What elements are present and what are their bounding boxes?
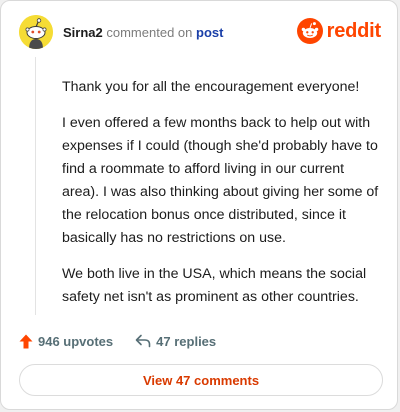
comment-paragraph: Thank you for all the encouragement ever… — [62, 79, 360, 95]
commented-on-text: commented on — [106, 25, 193, 40]
thread-line[interactable] — [35, 57, 36, 315]
avatar[interactable] — [19, 15, 53, 49]
reddit-snoo-icon — [296, 18, 323, 44]
reddit-wordmark: reddit — [326, 19, 382, 42]
comment-paragraph: I even offered a few months back to help… — [62, 115, 379, 246]
reply-arrow-icon — [135, 334, 151, 348]
upvote-button[interactable]: 946 upvotes — [19, 334, 113, 349]
comment-meta: Sirna2 commented on post — [63, 25, 223, 40]
reddit-logo[interactable]: reddit — [296, 17, 382, 45]
comment-header: Sirna2 commented on post reddit — [19, 15, 381, 51]
snoo-avatar-icon — [19, 15, 53, 49]
username-link[interactable]: Sirna2 — [63, 25, 103, 40]
post-link[interactable]: post — [196, 25, 223, 40]
upvote-arrow-icon — [19, 334, 33, 348]
comment-body: Thank you for all the encouragement ever… — [62, 76, 380, 322]
comment-card: Sirna2 commented on post reddit Thank yo… — [0, 0, 398, 410]
comment-actions: 946 upvotes 47 replies — [19, 331, 216, 351]
comment-paragraph: We both live in the USA, which means the… — [62, 266, 367, 305]
replies-button[interactable]: 47 replies — [135, 334, 216, 349]
view-comments-button[interactable]: View 47 comments — [19, 364, 383, 396]
replies-count: 47 replies — [156, 333, 217, 349]
upvotes-count: 946 upvotes — [38, 333, 114, 349]
